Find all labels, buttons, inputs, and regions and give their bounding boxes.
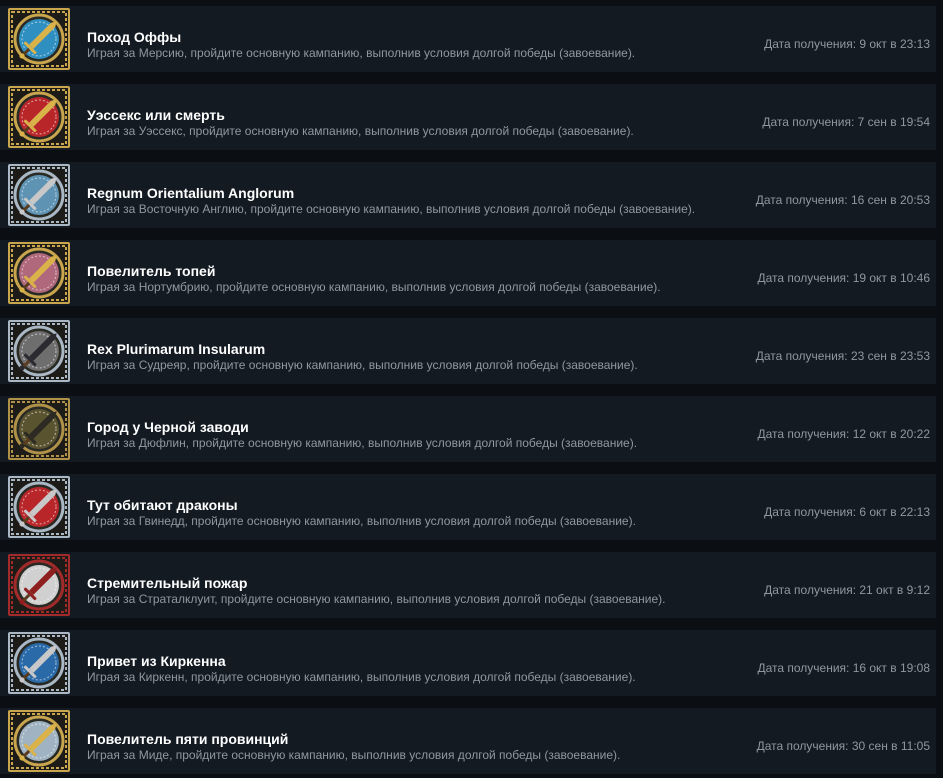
achievement-unlock-date: Дата получения: 16 окт в 19:08: [757, 661, 930, 675]
achievement-icon-frame: [8, 554, 70, 616]
achievement-row[interactable]: Regnum Orientalium Anglorum Играя за Вос…: [0, 162, 936, 228]
achievement-row[interactable]: Повелитель топей Играя за Нортумбрию, пр…: [0, 240, 936, 306]
achievement-description: Играя за Восточную Англию, пройдите осно…: [87, 202, 696, 216]
achievement-title: Тут обитают драконы: [87, 497, 238, 513]
sword-emblem-icon: [10, 10, 68, 68]
sword-emblem-icon: [10, 88, 68, 146]
achievement-icon-frame: [8, 242, 70, 304]
achievement-unlock-date: Дата получения: 12 окт в 20:22: [757, 427, 930, 441]
achievement-icon-frame: [8, 398, 70, 460]
achievement-unlock-date: Дата получения: 21 окт в 9:12: [764, 583, 930, 597]
achievement-title: Regnum Orientalium Anglorum: [87, 185, 295, 201]
achievement-title: Поход Оффы: [87, 29, 182, 45]
achievement-icon-frame: [8, 8, 70, 70]
achievement-row[interactable]: Город у Черной заводи Играя за Дюфлин, п…: [0, 396, 936, 462]
achievement-title: Привет из Киркенна: [87, 653, 226, 669]
achievement-icon-frame: [8, 710, 70, 772]
sword-emblem-icon: [10, 166, 68, 224]
achievement-row[interactable]: Повелитель пяти провинций Играя за Миде,…: [0, 708, 936, 774]
achievement-row[interactable]: Поход Оффы Играя за Мерсию, пройдите осн…: [0, 6, 936, 72]
achievement-title: Повелитель пяти провинций: [87, 731, 289, 747]
achievement-unlock-date: Дата получения: 16 сен в 20:53: [755, 193, 930, 207]
achievement-title: Город у Черной заводи: [87, 419, 249, 435]
achievement-description: Играя за Судреяр, пройдите основную камп…: [87, 358, 638, 372]
sword-emblem-icon: [10, 712, 68, 770]
achievement-title: Повелитель топей: [87, 263, 216, 279]
achievement-row[interactable]: Уэссекс или смерть Играя за Уэссекс, про…: [0, 84, 936, 150]
achievement-description: Играя за Гвинедд, пройдите основную камп…: [87, 514, 636, 528]
achievement-list: Поход Оффы Играя за Мерсию, пройдите осн…: [0, 0, 943, 778]
achievement-unlock-date: Дата получения: 19 окт в 10:46: [757, 271, 930, 285]
sword-emblem-icon: [10, 322, 68, 380]
achievement-unlock-date: Дата получения: 6 окт в 22:13: [764, 505, 930, 519]
achievement-row[interactable]: Тут обитают драконы Играя за Гвинедд, пр…: [0, 474, 936, 540]
achievement-unlock-date: Дата получения: 7 сен в 19:54: [762, 115, 930, 129]
sword-emblem-icon: [10, 400, 68, 458]
achievement-icon-frame: [8, 476, 70, 538]
achievement-icon-frame: [8, 632, 70, 694]
achievement-description: Играя за Миде, пройдите основную кампани…: [87, 748, 621, 762]
sword-emblem-icon: [10, 478, 68, 536]
achievement-title: Rex Plurimarum Insularum: [87, 341, 266, 357]
achievement-row[interactable]: Стремительный пожар Играя за Страталклуи…: [0, 552, 936, 618]
achievement-description: Играя за Киркенн, пройдите основную камп…: [87, 670, 636, 684]
achievement-description: Играя за Страталклуит, пройдите основную…: [87, 592, 666, 606]
sword-emblem-icon: [10, 244, 68, 302]
achievement-title: Стремительный пожар: [87, 575, 248, 591]
achievement-unlock-date: Дата получения: 30 сен в 11:05: [756, 739, 930, 753]
sword-emblem-icon: [10, 634, 68, 692]
achievement-description: Играя за Уэссекс, пройдите основную камп…: [87, 124, 634, 138]
achievement-row[interactable]: Rex Plurimarum Insularum Играя за Судрея…: [0, 318, 936, 384]
achievement-description: Играя за Нортумбрию, пройдите основную к…: [87, 280, 661, 294]
achievement-row[interactable]: Привет из Киркенна Играя за Киркенн, про…: [0, 630, 936, 696]
achievement-icon-frame: [8, 86, 70, 148]
achievement-icon-frame: [8, 320, 70, 382]
achievement-icon-frame: [8, 164, 70, 226]
achievement-unlock-date: Дата получения: 23 сен в 23:53: [755, 349, 930, 363]
achievement-description: Играя за Дюфлин, пройдите основную кампа…: [87, 436, 638, 450]
achievement-title: Уэссекс или смерть: [87, 107, 225, 123]
sword-emblem-icon: [10, 556, 68, 614]
achievement-description: Играя за Мерсию, пройдите основную кампа…: [87, 46, 636, 60]
achievement-unlock-date: Дата получения: 9 окт в 23:13: [764, 37, 930, 51]
